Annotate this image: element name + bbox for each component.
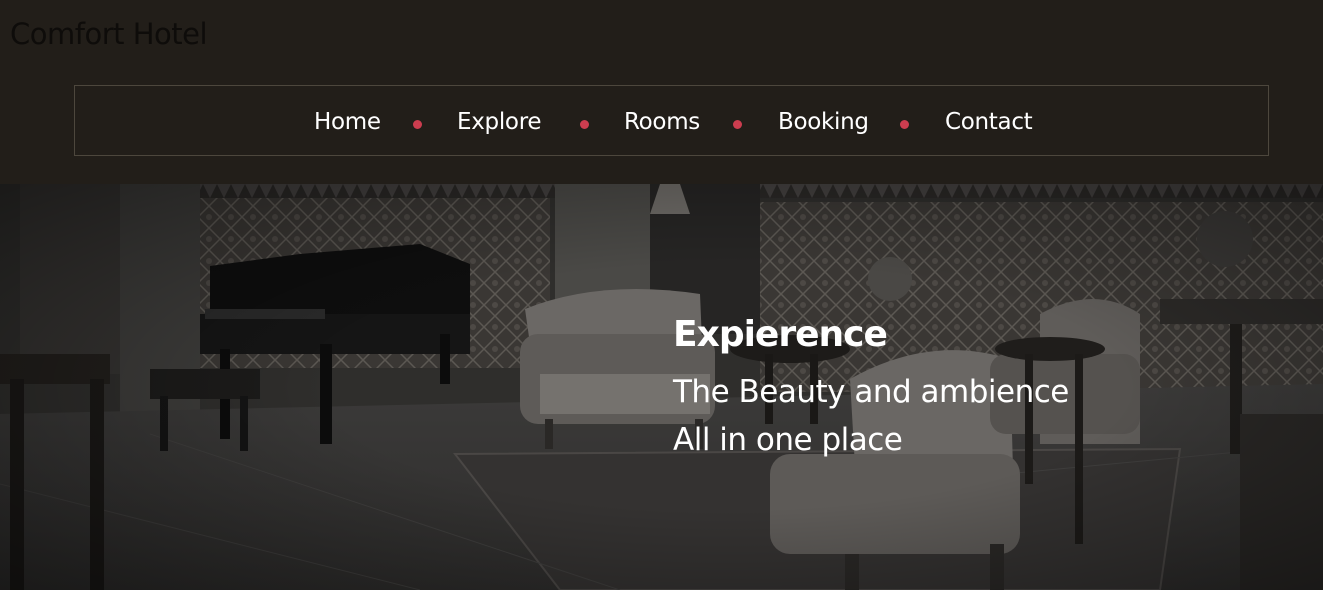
nav-item-home[interactable]: Home: [314, 107, 381, 137]
site-title[interactable]: Comfort Hotel: [10, 16, 208, 52]
nav-separator-dot: [413, 120, 422, 129]
hero-background-image: [0, 184, 1323, 590]
nav-separator-dot: [580, 120, 589, 129]
hero-headline: Expierence: [673, 314, 888, 355]
nav-item-booking[interactable]: Booking: [778, 107, 869, 137]
hero-section: [0, 184, 1323, 590]
nav-item-contact[interactable]: Contact: [945, 107, 1033, 137]
nav-item-explore[interactable]: Explore: [457, 107, 542, 137]
hero-subtitle-line-2: All in one place: [673, 422, 903, 458]
hero-subtitle-line-1: The Beauty and ambience: [673, 374, 1069, 410]
nav-separator-dot: [900, 120, 909, 129]
nav-separator-dot: [733, 120, 742, 129]
nav-item-rooms[interactable]: Rooms: [624, 107, 700, 137]
